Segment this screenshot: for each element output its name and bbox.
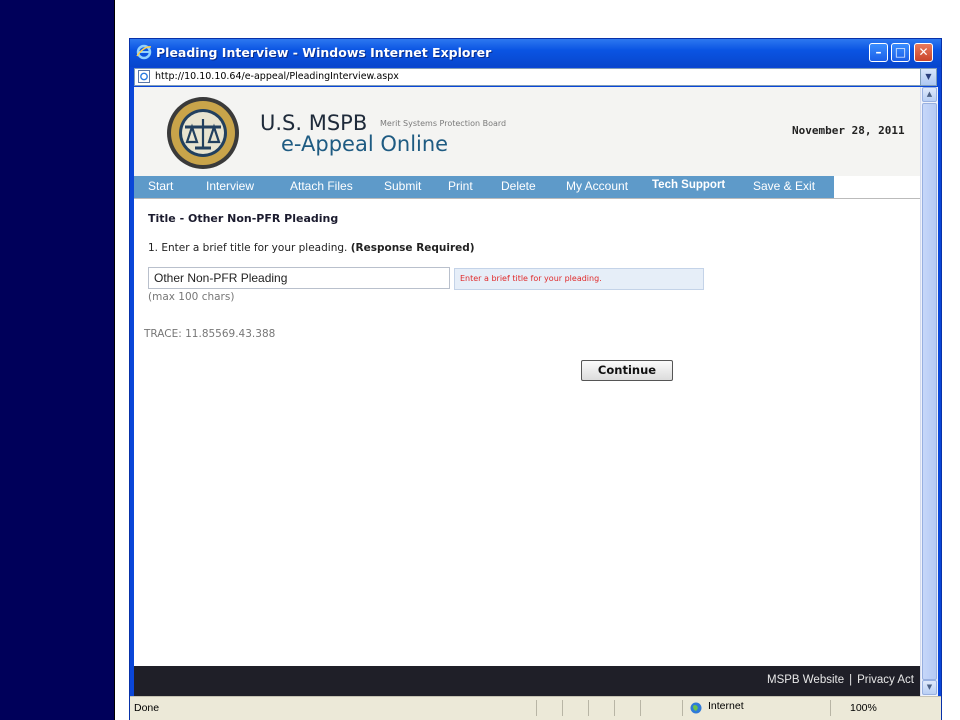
brand-eappeal: e-Appeal Online <box>281 132 449 156</box>
scroll-up-arrow-icon[interactable]: ▲ <box>922 87 937 102</box>
status-divider <box>562 700 563 716</box>
status-bar: Done Internet 100% <box>130 696 941 720</box>
main-nav: Start Interview Attach Files Submit Prin… <box>134 176 920 198</box>
nav-my-account[interactable]: My Account <box>566 179 628 193</box>
footer-links: MSPB Website | Privacy Act <box>767 674 914 686</box>
address-dropdown-icon[interactable]: ▼ <box>920 69 936 85</box>
brand-subtitle: Merit Systems Protection Board <box>380 119 507 128</box>
mspb-seal-logo <box>167 97 239 169</box>
security-zone: Internet <box>708 700 744 712</box>
vertical-scrollbar[interactable]: ▲ ▼ <box>920 87 938 696</box>
scrollbar-thumb[interactable] <box>922 103 937 680</box>
close-button[interactable]: ✕ <box>914 43 933 62</box>
trace-text: TRACE: 11.85569.43.388 <box>144 328 276 340</box>
status-divider <box>640 700 641 716</box>
minimize-button[interactable]: – <box>869 43 888 62</box>
current-date: November 28, 2011 <box>792 124 905 137</box>
slide-side-bar <box>0 0 115 720</box>
url-text: http://10.10.10.64/e-appeal/PleadingInte… <box>155 71 399 82</box>
title-bar: Pleading Interview - Windows Internet Ex… <box>130 39 941 67</box>
continue-button[interactable]: Continue <box>581 360 673 381</box>
mspb-website-link[interactable]: MSPB Website <box>767 674 844 686</box>
nav-save-exit[interactable]: Save & Exit <box>753 179 815 193</box>
footer-separator: | <box>849 674 853 686</box>
nav-tech-support[interactable]: Tech Support <box>652 179 725 191</box>
nav-start[interactable]: Start <box>148 179 173 193</box>
site-footer: MSPB Website | Privacy Act <box>134 666 920 696</box>
question-label: 1. Enter a brief title for your pleading… <box>148 242 475 254</box>
title-hint: Enter a brief title for your pleading. <box>454 268 704 290</box>
nav-print[interactable]: Print <box>448 179 473 193</box>
window-title: Pleading Interview - Windows Internet Ex… <box>156 45 492 60</box>
globe-icon <box>690 702 702 714</box>
status-divider <box>536 700 537 716</box>
scroll-down-arrow-icon[interactable]: ▼ <box>922 680 937 695</box>
nav-attach-files[interactable]: Attach Files <box>290 179 353 193</box>
main-content: Title - Other Non-PFR Pleading 1. Enter … <box>134 198 920 667</box>
site-header: U.S. MSPB Merit Systems Protection Board… <box>134 87 920 176</box>
zoom-level[interactable]: 100% <box>850 702 877 714</box>
nav-submit[interactable]: Submit <box>384 179 421 193</box>
page-icon <box>138 70 150 83</box>
question-text: 1. Enter a brief title for your pleading… <box>148 242 348 254</box>
ie-logo-icon <box>136 44 152 60</box>
status-divider <box>830 700 831 716</box>
status-divider <box>682 700 683 716</box>
status-text: Done <box>134 702 160 714</box>
maximize-button[interactable]: □ <box>891 43 910 62</box>
required-note: (Response Required) <box>350 242 475 254</box>
nav-interview[interactable]: Interview <box>206 179 254 193</box>
section-title: Title - Other Non-PFR Pleading <box>148 212 339 225</box>
nav-delete[interactable]: Delete <box>501 179 536 193</box>
address-bar[interactable]: http://10.10.10.64/e-appeal/PleadingInte… <box>134 68 937 86</box>
title-input[interactable] <box>148 267 450 289</box>
status-divider <box>588 700 589 716</box>
max-chars-note: (max 100 chars) <box>148 291 235 303</box>
status-divider <box>614 700 615 716</box>
privacy-act-link[interactable]: Privacy Act <box>857 674 914 686</box>
page-viewport: U.S. MSPB Merit Systems Protection Board… <box>134 87 920 696</box>
browser-window: Pleading Interview - Windows Internet Ex… <box>129 38 942 720</box>
